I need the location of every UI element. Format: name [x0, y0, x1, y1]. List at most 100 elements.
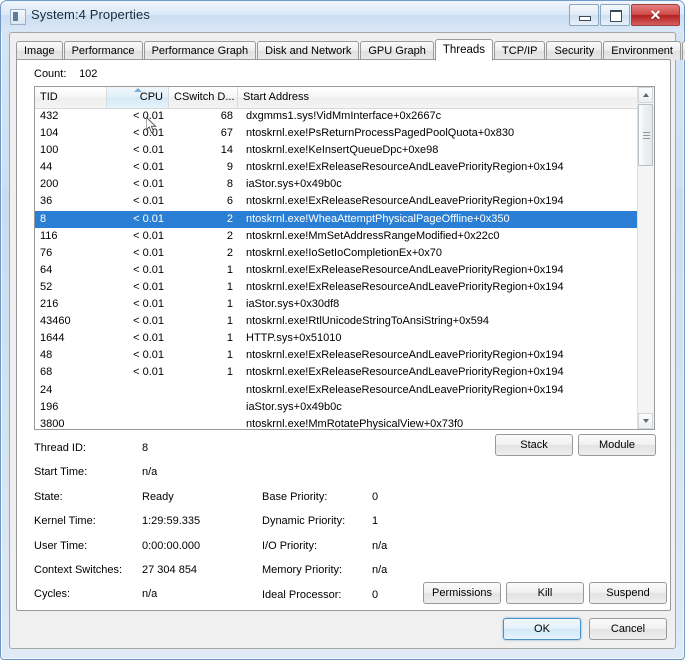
minimize-icon: [579, 16, 591, 21]
table-row[interactable]: 8 < 0.01 2 ntoskrnl.exe!WheaAttemptPhysical…: [35, 210, 639, 228]
cell-tid: 24: [40, 383, 53, 396]
tab-gpu-graph[interactable]: GPU Graph: [360, 41, 434, 60]
detail-label: User Time:: [34, 539, 88, 552]
scroll-up-button[interactable]: [638, 87, 653, 103]
detail-value: 27 304 854: [142, 563, 198, 576]
cell-tid: 48: [40, 349, 53, 362]
cell-cs: 1: [226, 315, 233, 328]
tab-disk-and-network[interactable]: Disk and Network: [257, 41, 360, 60]
threads-list[interactable]: TID CPU CSwitch D... Start Address 432 < 0.0…: [34, 86, 655, 430]
cell-addr: dxgmms1.sys!VidMmInterface+0x2667c: [246, 110, 442, 122]
tab-security[interactable]: Security: [546, 41, 603, 60]
maximize-button[interactable]: [600, 4, 630, 26]
stack-button[interactable]: Stack: [495, 434, 573, 456]
table-row[interactable]: 52 < 0.01 1 ntoskrnl.exe!ExReleaseResourceA…: [35, 279, 639, 296]
chevron-up-icon: [643, 93, 649, 97]
table-row[interactable]: 116 < 0.01 2 ntoskrnl.exe!MmSetAddressRange…: [35, 228, 639, 245]
detail-label: State:: [34, 490, 63, 503]
cell-addr: iaStor.sys+0x49b0c: [246, 400, 342, 413]
table-row[interactable]: 3800 ntoskrnl.exe!MmRotatePhysicalView+0x…: [35, 416, 639, 430]
table-row[interactable]: 43460 < 0.01 1 ntoskrnl.exe!RtlUnicodeStrin…: [35, 313, 639, 330]
threads-list-body[interactable]: 432 < 0.01 68 dxgmms1.sys!VidMmInterface+0x…: [35, 108, 639, 430]
cell-cs: 9: [226, 161, 233, 174]
suspend-button[interactable]: Suspend: [589, 582, 667, 604]
cell-addr: ntoskrnl.exe!ExReleaseResourceAndLeavePr…: [246, 263, 564, 276]
cell-cs: 68: [220, 110, 233, 122]
detail-value: 0: [372, 491, 379, 503]
cell-cs: [169, 399, 238, 416]
minimize-button[interactable]: [569, 4, 599, 26]
tab-performance[interactable]: Performance: [63, 41, 143, 60]
column-header-cs[interactable]: CSwitch D...: [169, 87, 238, 108]
cell-cpu: < 0.01: [133, 298, 164, 311]
tab-image[interactable]: Image: [16, 41, 63, 60]
table-row[interactable]: 44 < 0.01 9 ntoskrnl.exe!ExReleaseResourceA…: [35, 159, 639, 176]
threads-list-scrollbar[interactable]: [637, 87, 654, 429]
table-row[interactable]: 48 < 0.01 1 ntoskrnl.exe!ExReleaseResourceA…: [35, 347, 639, 364]
cell-cpu: < 0.01: [133, 161, 164, 174]
cell-tid: 8: [40, 212, 47, 225]
detail-value: n/a: [372, 539, 388, 552]
thread-details: Thread ID: 8 Start Time: n/a State: Ready Kern…: [34, 442, 655, 601]
cell-addr: ntoskrnl.exe!ExReleaseResourceAndLeavePr…: [246, 349, 564, 362]
cell-cpu: [107, 382, 169, 399]
cell-addr: ntoskrnl.exe!PsReturnProcessPagedPoolQuo…: [246, 127, 515, 140]
table-row[interactable]: 432 < 0.01 68 dxgmms1.sys!VidMmInterface+0x…: [35, 108, 639, 125]
table-row[interactable]: 216 < 0.01 1 iaStor.sys+0x30df8: [35, 296, 639, 313]
kill-button[interactable]: Kill: [506, 582, 584, 604]
cell-cpu: < 0.01: [133, 246, 164, 259]
detail-value: 0:00:00.000: [142, 539, 201, 552]
table-row[interactable]: 64 < 0.01 1 ntoskrnl.exe!ExReleaseResourceA…: [35, 262, 639, 279]
table-row[interactable]: 24 ntoskrnl.exe!ExReleaseResourceAndLeave…: [35, 382, 639, 399]
thread-details-left-column: Thread ID: 8 Start Time: n/a State: Ready Kern…: [34, 442, 200, 613]
detail-row: Base Priority: 0: [262, 491, 387, 515]
table-row[interactable]: 100 < 0.01 14 ntoskrnl.exe!KeInsertQueueDpc…: [35, 142, 639, 159]
cell-cpu: < 0.01: [133, 212, 164, 225]
close-button[interactable]: ✕: [631, 4, 680, 26]
tab-threads[interactable]: Threads: [434, 39, 494, 61]
tab-performance-graph[interactable]: Performance Graph: [143, 41, 257, 60]
cell-cpu: < 0.01: [133, 366, 164, 379]
table-row[interactable]: 200 < 0.01 8 iaStor.sys+0x49b0c: [35, 176, 639, 193]
table-row[interactable]: 36 < 0.01 6 ntoskrnl.exe!ExReleaseResourceA…: [35, 193, 639, 210]
table-row[interactable]: 76 < 0.01 2 ntoskrnl.exe!IoSetIoCompletionE…: [35, 245, 639, 262]
table-row[interactable]: 68 < 0.01 1 ntoskrnl.exe!ExReleaseResourceA…: [35, 364, 639, 381]
thread-count: Count: 102: [34, 68, 97, 80]
threads-tab-page: Count: 102 TID CPU CSwitch D... Start Addre…: [16, 59, 671, 611]
tab-bar: Image Performance Performance Graph Disk an…: [16, 38, 685, 61]
cell-addr: ntoskrnl.exe!ExReleaseResourceAndLeavePr…: [246, 161, 564, 174]
column-header-cpu[interactable]: CPU: [107, 87, 169, 108]
column-header-label: TID: [40, 91, 58, 103]
tab-environment[interactable]: Environment: [603, 41, 681, 60]
table-row[interactable]: 1644 < 0.01 1 HTTP.sys+0x51010: [35, 330, 639, 347]
cell-tid: 100: [40, 144, 59, 157]
cell-addr: ntoskrnl.exe!KeInsertQueueDpc+0xe98: [246, 144, 439, 157]
column-header-addr[interactable]: Start Address: [238, 87, 636, 108]
scroll-down-button[interactable]: [638, 413, 653, 429]
module-button[interactable]: Module: [578, 434, 656, 456]
detail-row: Ideal Processor: 0: [262, 589, 387, 613]
title-bar[interactable]: System:4 Properties ✕: [1, 1, 684, 31]
permissions-button[interactable]: Permissions: [423, 582, 501, 604]
ok-button[interactable]: OK: [503, 618, 581, 640]
cell-tid: 3800: [40, 417, 65, 430]
cell-tid: 432: [40, 110, 59, 122]
cell-addr: iaStor.sys+0x49b0c: [246, 178, 342, 191]
scrollbar-thumb[interactable]: [638, 104, 653, 166]
cell-cs: 6: [226, 195, 233, 208]
tab-tcp-ip[interactable]: TCP/IP: [494, 41, 546, 60]
detail-label: Base Priority:: [262, 491, 328, 503]
detail-label: I/O Priority:: [262, 539, 318, 552]
table-row[interactable]: 104 < 0.01 67 ntoskrnl.exe!PsReturnProcessP…: [35, 125, 639, 142]
cell-cs: 1: [226, 280, 233, 293]
table-row[interactable]: 196 iaStor.sys+0x49b0c: [35, 399, 639, 416]
detail-label: Kernel Time:: [34, 515, 96, 528]
column-header-tid[interactable]: TID: [35, 87, 107, 108]
detail-value: n/a: [142, 588, 158, 601]
detail-row: User Time: 0:00:00.000: [34, 540, 200, 564]
cell-cpu: < 0.01: [133, 332, 164, 345]
cancel-button[interactable]: Cancel: [589, 618, 667, 640]
properties-window: System:4 Properties ✕ Image Performance Pe…: [0, 0, 685, 660]
cell-tid: 196: [40, 400, 59, 413]
cell-cs: 2: [226, 212, 233, 225]
